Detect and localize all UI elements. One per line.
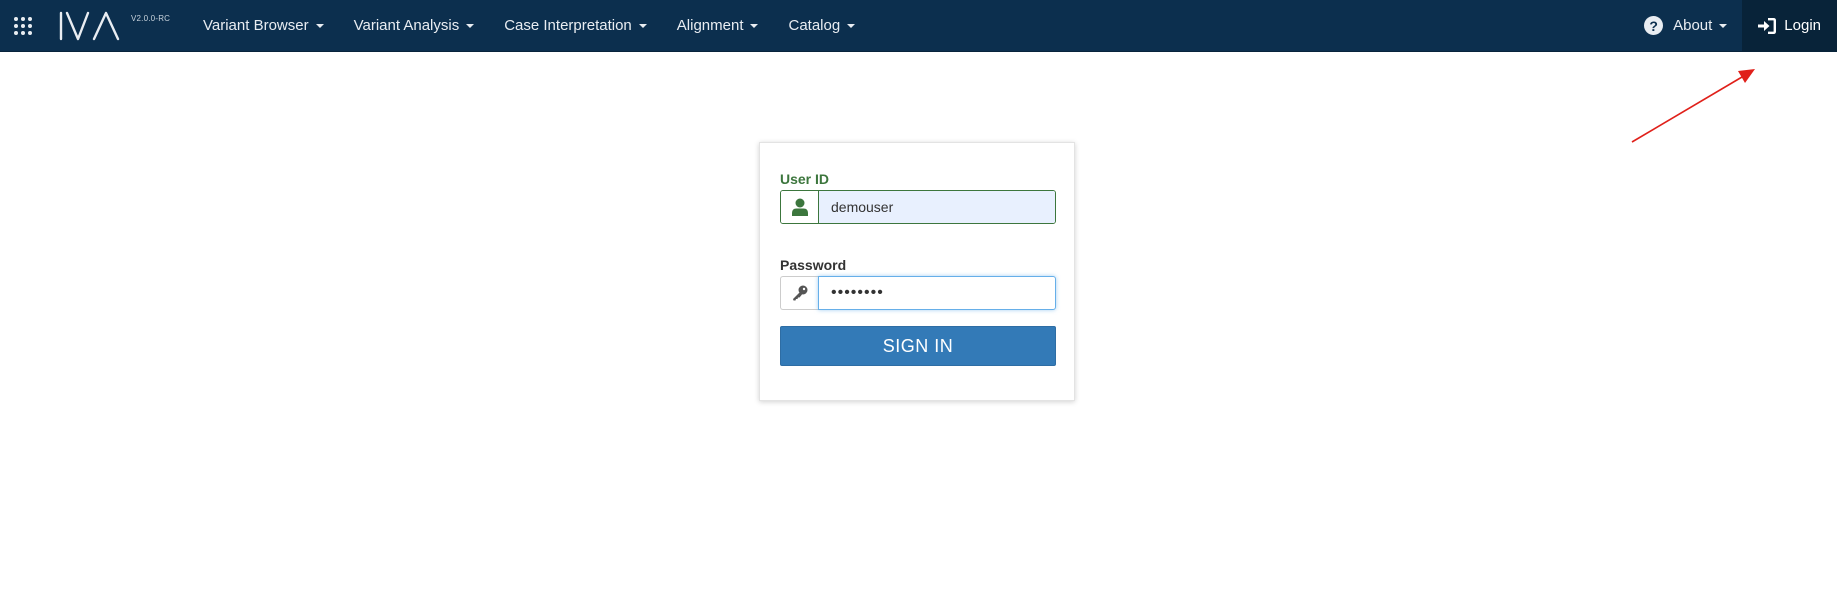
menu-variant-analysis[interactable]: Variant Analysis [339, 0, 490, 52]
caret-down-icon [847, 23, 856, 28]
app-version: V2.0.0-RC [131, 13, 171, 23]
menu-label: Variant Browser [203, 17, 309, 34]
menu-label: Catalog [788, 17, 841, 34]
main-menu: Variant Browser Variant Analysis Case In… [188, 0, 870, 52]
user-icon [781, 191, 819, 223]
iva-logo-mark [59, 11, 120, 40]
caret-down-icon [315, 23, 324, 28]
key-icon [780, 276, 818, 310]
login-form: User ID Password SIGN IN [759, 142, 1075, 401]
login-link[interactable]: Login [1742, 0, 1837, 52]
menu-variant-browser[interactable]: Variant Browser [188, 0, 339, 52]
menu-alignment[interactable]: Alignment [662, 0, 774, 52]
question-circle-icon: ? [1644, 16, 1664, 35]
menu-catalog[interactable]: Catalog [773, 0, 870, 52]
sign-in-button[interactable]: SIGN IN [780, 326, 1056, 366]
sign-in-icon [1758, 17, 1777, 34]
menu-label: Variant Analysis [353, 17, 460, 34]
user-id-input[interactable] [819, 191, 1055, 223]
password-label: Password [780, 257, 847, 273]
caret-down-icon [466, 23, 475, 28]
password-input[interactable] [818, 276, 1056, 310]
caret-down-icon [1719, 23, 1728, 28]
caret-down-icon [750, 23, 759, 28]
login-label: Login [1784, 17, 1821, 34]
password-input-group [780, 276, 1056, 310]
menu-label: Case Interpretation [504, 17, 632, 34]
menu-case-interpretation[interactable]: Case Interpretation [489, 0, 662, 52]
annotation-arrow [1631, 69, 1755, 143]
iva-logo[interactable]: V2.0.0-RC [58, 0, 176, 52]
navbar-right: ? About Login [1629, 0, 1837, 52]
about-label: About [1673, 17, 1713, 34]
top-navbar: V2.0.0-RC Variant Browser Variant Analys… [0, 0, 1837, 52]
user-id-input-group [780, 190, 1056, 224]
user-id-label: User ID [780, 171, 830, 187]
apps-menu-button[interactable] [0, 0, 46, 52]
caret-down-icon [638, 23, 647, 28]
menu-label: Alignment [676, 17, 744, 34]
apps-grid-icon [14, 16, 32, 35]
about-menu[interactable]: ? About [1629, 0, 1742, 52]
